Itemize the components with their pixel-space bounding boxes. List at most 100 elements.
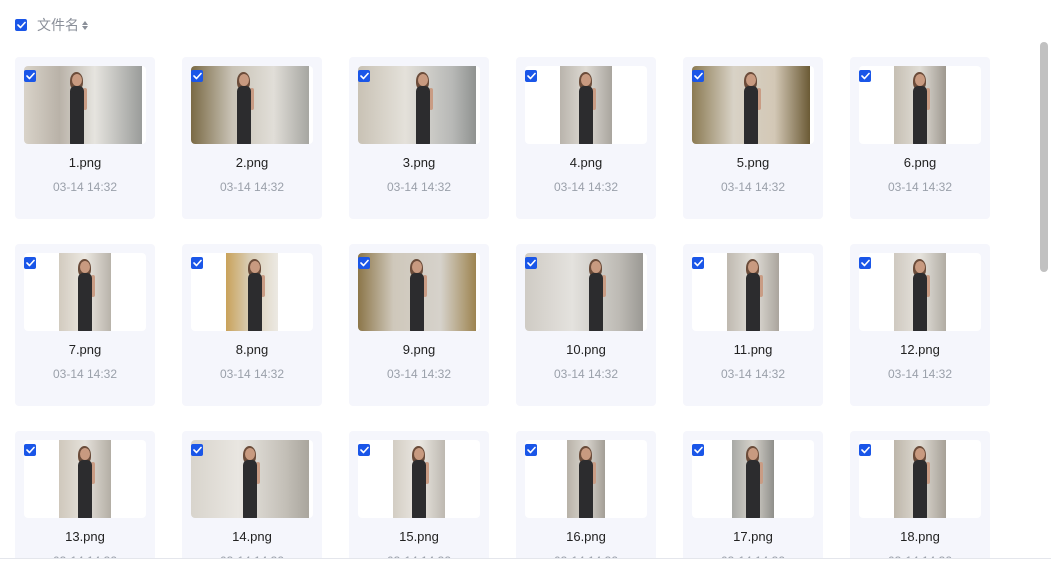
check-icon [693,259,703,267]
file-card[interactable]: 16.png03-14 14:32 [516,431,656,572]
file-checkbox[interactable] [692,70,704,82]
bottom-bar [0,558,1051,572]
check-icon [359,259,369,267]
file-card[interactable]: 13.png03-14 14:32 [15,431,155,572]
sort-by-name-label[interactable]: 文件名 [37,15,79,35]
file-date: 03-14 14:32 [553,180,619,194]
file-checkbox[interactable] [24,70,36,82]
file-checkbox[interactable] [24,257,36,269]
file-card[interactable]: 9.png 03-14 14:32 [349,244,489,406]
file-card[interactable]: 15.png03-14 14:32 [349,431,489,572]
image-thumbnail[interactable] [567,440,605,518]
file-checkbox[interactable] [692,444,704,456]
file-card[interactable]: 14.png03-14 14:32 [182,431,322,572]
check-icon [860,259,870,267]
check-icon [359,446,369,454]
file-checkbox[interactable] [191,444,203,456]
file-card[interactable]: 4.png 03-14 14:32 [516,57,656,219]
file-date: 03-14 14:32 [386,367,452,381]
check-icon [359,72,369,80]
file-card[interactable]: 10.png 03-14 14:32 [516,244,656,406]
check-icon [526,259,536,267]
check-icon [860,446,870,454]
check-icon [16,21,26,29]
image-thumbnail[interactable] [358,66,476,144]
image-thumbnail[interactable] [226,253,278,331]
file-date: 03-14 14:32 [720,367,786,381]
thumbnail-frame [191,440,313,518]
thumbnail-frame [525,253,647,331]
vertical-scrollbar[interactable] [1037,0,1051,558]
file-card[interactable]: 12.png 03-14 14:32 [850,244,990,406]
file-name: 10.png [566,342,606,357]
image-thumbnail[interactable] [59,440,111,518]
check-icon [526,72,536,80]
file-card[interactable]: 1.png 03-14 14:32 [15,57,155,219]
file-checkbox[interactable] [859,257,871,269]
file-checkbox[interactable] [358,70,370,82]
file-card[interactable]: 18.png03-14 14:32 [850,431,990,572]
file-checkbox[interactable] [191,70,203,82]
thumbnail-frame [24,66,146,144]
check-icon [25,446,35,454]
image-thumbnail[interactable] [191,440,309,518]
image-thumbnail[interactable] [732,440,774,518]
file-name: 11.png [733,342,773,357]
check-icon [192,446,202,454]
file-checkbox[interactable] [525,70,537,82]
thumbnail-frame [24,253,146,331]
image-thumbnail[interactable] [692,66,810,144]
file-card[interactable]: 17.png03-14 14:32 [683,431,823,572]
file-checkbox[interactable] [191,257,203,269]
file-date: 03-14 14:32 [720,180,786,194]
image-thumbnail[interactable] [24,66,142,144]
file-date: 03-14 14:32 [887,367,953,381]
file-card[interactable]: 3.png 03-14 14:32 [349,57,489,219]
file-name: 8.png [235,342,269,357]
file-browser: 文件名 1.png 03-14 14:32 2.png 03-14 14:32 3.pn… [0,0,1051,572]
image-thumbnail[interactable] [894,66,946,144]
file-checkbox[interactable] [525,257,537,269]
image-thumbnail[interactable] [191,66,309,144]
file-date: 03-14 14:32 [887,180,953,194]
image-thumbnail[interactable] [358,253,476,331]
file-checkbox[interactable] [24,444,36,456]
file-card[interactable]: 2.png 03-14 14:32 [182,57,322,219]
image-thumbnail[interactable] [894,440,946,518]
thumbnail-frame [191,66,313,144]
file-date: 03-14 14:32 [553,367,619,381]
file-checkbox[interactable] [358,444,370,456]
file-checkbox[interactable] [358,257,370,269]
file-name: 12.png [900,342,940,357]
file-card[interactable]: 11.png 03-14 14:32 [683,244,823,406]
file-card[interactable]: 7.png 03-14 14:32 [15,244,155,406]
file-date: 03-14 14:32 [52,367,118,381]
check-icon [25,72,35,80]
file-name: 6.png [903,155,937,170]
file-checkbox[interactable] [692,257,704,269]
file-date: 03-14 14:32 [219,180,285,194]
file-card[interactable]: 6.png 03-14 14:32 [850,57,990,219]
file-name: 17.png [733,529,773,544]
file-card[interactable]: 8.png 03-14 14:32 [182,244,322,406]
image-thumbnail[interactable] [393,440,445,518]
check-icon [192,259,202,267]
file-checkbox[interactable] [859,444,871,456]
image-thumbnail[interactable] [894,253,946,331]
thumbnail-frame [525,66,647,144]
thumbnail-frame [24,440,146,518]
file-checkbox[interactable] [859,70,871,82]
sort-icon[interactable] [82,20,88,30]
file-date: 03-14 14:32 [52,180,118,194]
file-card[interactable]: 5.png 03-14 14:32 [683,57,823,219]
file-name: 9.png [402,342,436,357]
scrollbar-thumb[interactable] [1040,42,1048,272]
select-all-checkbox[interactable] [15,19,27,31]
image-thumbnail[interactable] [525,253,643,331]
image-thumbnail[interactable] [560,66,612,144]
image-thumbnail[interactable] [727,253,779,331]
check-icon [693,446,703,454]
file-checkbox[interactable] [525,444,537,456]
thumbnail-frame [191,253,313,331]
image-thumbnail[interactable] [59,253,111,331]
